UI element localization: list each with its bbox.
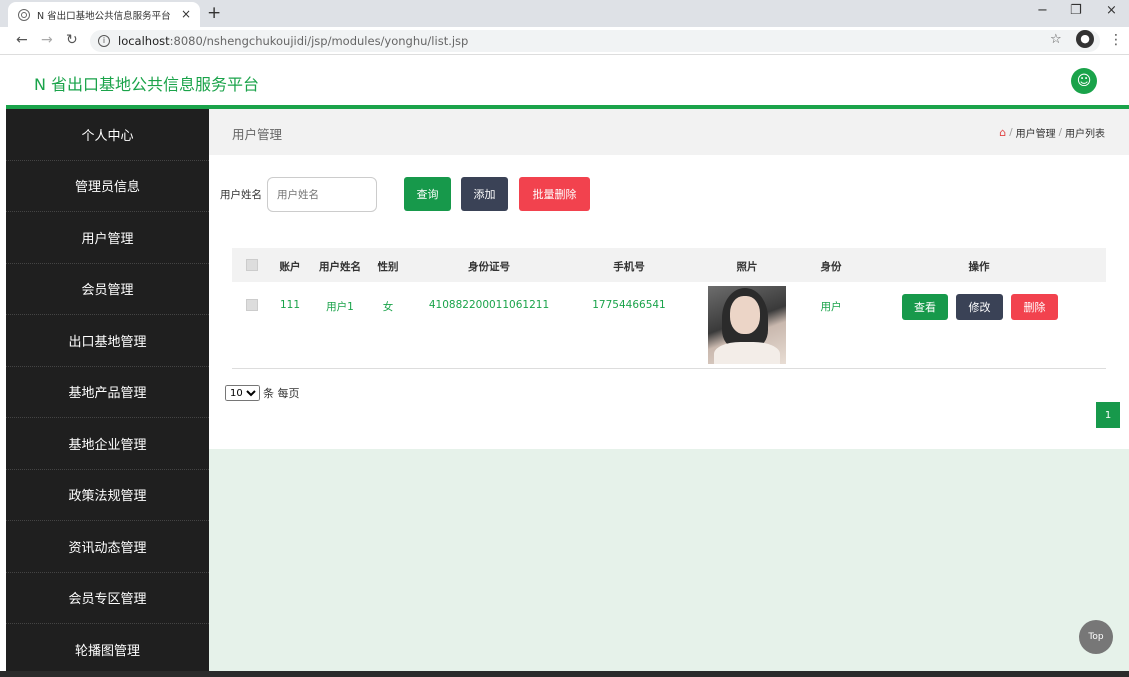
window-close-icon[interactable]: × xyxy=(1106,3,1117,18)
address-bar: ← → ↻ i localhost:8080/nshengchukoujidi/… xyxy=(0,27,1129,55)
sidebar-item-member-management[interactable]: 会员管理 xyxy=(6,264,209,315)
sidebar-item-personal-center[interactable]: 个人中心 xyxy=(6,109,209,161)
page-header: 用户管理 ⌂ / 用户管理 / 用户列表 xyxy=(209,109,1129,155)
search-label: 用户姓名 xyxy=(220,189,262,201)
page-size-control: 10 条 每页 xyxy=(225,385,300,401)
taskbar xyxy=(0,671,1129,677)
name-search-input[interactable] xyxy=(267,177,377,212)
app-header: N 省出口基地公共信息服务平台 ☺ xyxy=(0,55,1129,105)
column-header: 照片 xyxy=(736,261,758,273)
sidebar-item-label: 基地企业管理 xyxy=(68,437,147,453)
delete-button[interactable]: 删除 xyxy=(1011,294,1058,320)
column-header: 性别 xyxy=(377,261,399,273)
page-number-button[interactable]: 1 xyxy=(1096,402,1120,428)
cell-role: 用户 xyxy=(820,301,842,313)
breadcrumb-item: 用户列表 xyxy=(1065,129,1105,140)
column-header: 手机号 xyxy=(613,261,645,273)
sidebar-item-label: 用户管理 xyxy=(81,231,134,247)
breadcrumb-separator: / xyxy=(1009,127,1013,138)
edit-button[interactable]: 修改 xyxy=(956,294,1003,320)
sidebar-item-label: 政策法规管理 xyxy=(68,489,147,505)
page-title: 用户管理 xyxy=(232,127,283,142)
select-all-checkbox[interactable] xyxy=(246,259,258,271)
sidebar-item-label: 会员管理 xyxy=(81,283,134,299)
maximize-icon[interactable]: ❐ xyxy=(1070,3,1082,18)
breadcrumb: ⌂ / 用户管理 / 用户列表 xyxy=(999,125,1105,140)
table-header: 账户 用户姓名 性别 身份证号 手机号 照片 身份 操作 xyxy=(232,248,1106,282)
user-photo xyxy=(708,286,786,364)
page-size-select[interactable]: 10 xyxy=(225,385,260,401)
sidebar-item-admin-info[interactable]: 管理员信息 xyxy=(6,161,209,212)
forward-arrow-icon[interactable]: → xyxy=(41,32,53,48)
column-header: 身份 xyxy=(820,261,842,273)
sidebar-item-base-products[interactable]: 基地产品管理 xyxy=(6,367,209,418)
url-field[interactable]: i localhost:8080/nshengchukoujidi/jsp/mo… xyxy=(90,30,1100,52)
column-header: 身份证号 xyxy=(468,261,510,273)
add-button[interactable]: 添加 xyxy=(461,177,508,211)
sidebar-item-label: 会员专区管理 xyxy=(68,592,147,608)
sidebar-item-export-base[interactable]: 出口基地管理 xyxy=(6,315,209,367)
minimize-icon[interactable]: − xyxy=(1037,3,1048,18)
user-avatar-icon[interactable]: ☺ xyxy=(1071,68,1097,94)
browser-tab-bar: N 省出口基地公共信息服务平台 × + − ❐ × xyxy=(0,0,1129,27)
new-tab-button[interactable]: + xyxy=(207,3,221,23)
sidebar-item-carousel[interactable]: 轮播图管理 xyxy=(6,624,209,676)
cell-account: 111 xyxy=(279,299,301,311)
sidebar: 个人中心 管理员信息 用户管理 会员管理 出口基地管理 基地产品管理 基地企业管… xyxy=(6,109,209,676)
sidebar-item-member-zone[interactable]: 会员专区管理 xyxy=(6,573,209,624)
column-header: 用户姓名 xyxy=(319,261,361,273)
profile-icon[interactable]: ● xyxy=(1076,30,1094,48)
sidebar-item-label: 出口基地管理 xyxy=(68,334,147,350)
home-icon[interactable]: ⌂ xyxy=(999,126,1006,139)
back-arrow-icon[interactable]: ← xyxy=(16,32,28,48)
sidebar-item-base-enterprises[interactable]: 基地企业管理 xyxy=(6,418,209,470)
cell-gender: 女 xyxy=(382,301,394,313)
sidebar-item-label: 基地产品管理 xyxy=(68,386,147,402)
view-button[interactable]: 查看 xyxy=(902,294,948,320)
reload-icon[interactable]: ↻ xyxy=(66,32,78,48)
query-button[interactable]: 查询 xyxy=(404,177,451,211)
sidebar-item-label: 资讯动态管理 xyxy=(68,540,147,556)
info-icon[interactable]: i xyxy=(98,35,110,47)
bookmark-star-icon[interactable]: ☆ xyxy=(1050,32,1062,47)
content-panel: 用户姓名 查询 添加 批量删除 账户 用户姓名 性别 身份证号 手机号 照片 身… xyxy=(209,155,1129,449)
breadcrumb-item[interactable]: 用户管理 xyxy=(1016,125,1056,140)
column-header: 操作 xyxy=(968,261,990,273)
browser-tab[interactable]: N 省出口基地公共信息服务平台 × xyxy=(8,2,200,27)
column-header: 账户 xyxy=(279,261,301,273)
app-title: N 省出口基地公共信息服务平台 xyxy=(34,75,260,94)
row-checkbox[interactable] xyxy=(246,299,258,311)
batch-delete-button[interactable]: 批量删除 xyxy=(519,177,590,211)
sidebar-item-label: 轮播图管理 xyxy=(74,643,140,659)
url-path: :8080/nshengchukoujidi/jsp/modules/yongh… xyxy=(169,34,469,48)
tab-close-icon[interactable]: × xyxy=(181,7,191,21)
back-to-top-button[interactable]: Top xyxy=(1079,620,1113,654)
url-host: localhost xyxy=(118,34,170,48)
sidebar-item-label: 个人中心 xyxy=(81,128,134,144)
cell-phone: 17754466541 xyxy=(592,299,666,311)
sidebar-item-news[interactable]: 资讯动态管理 xyxy=(6,521,209,573)
cell-id-number: 410882200011061211 xyxy=(428,299,550,311)
user-table: 账户 用户姓名 性别 身份证号 手机号 照片 身份 操作 111 用户1 女 4… xyxy=(232,248,1106,369)
site-icon xyxy=(18,8,30,21)
page-size-suffix: 条 每页 xyxy=(263,387,300,400)
cell-name: 用户1 xyxy=(326,301,354,313)
breadcrumb-separator: / xyxy=(1058,127,1062,138)
main-area: 用户管理 ⌂ / 用户管理 / 用户列表 用户姓名 查询 添加 批量删除 账户 … xyxy=(209,109,1129,671)
sidebar-item-policy-regulations[interactable]: 政策法规管理 xyxy=(6,470,209,521)
menu-dots-icon[interactable]: ⋮ xyxy=(1109,32,1123,48)
sidebar-item-user-management[interactable]: 用户管理 xyxy=(6,212,209,264)
browser-tab-title: N 省出口基地公共信息服务平台 xyxy=(37,10,171,22)
sidebar-item-label: 管理员信息 xyxy=(74,180,140,196)
